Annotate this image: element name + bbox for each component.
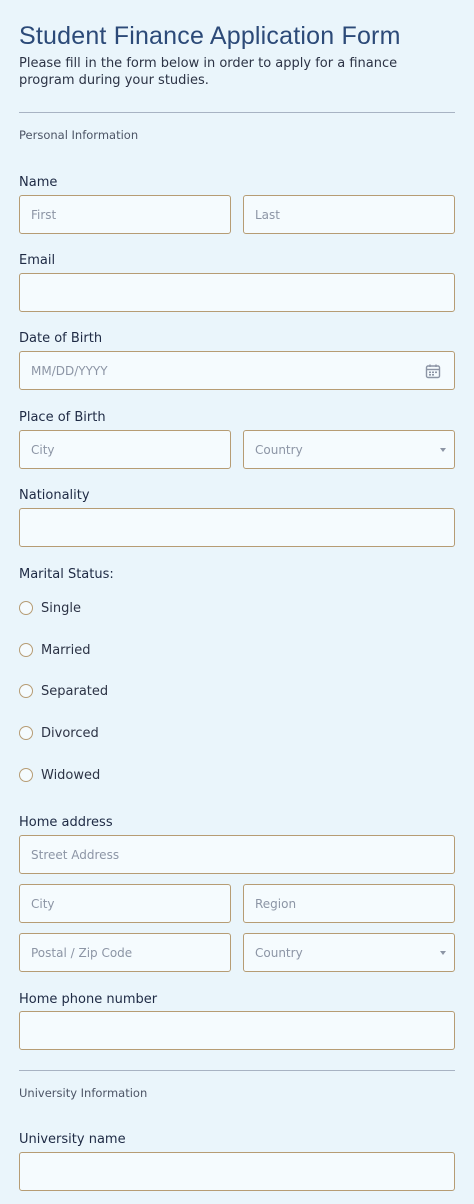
first-name-field[interactable]: First <box>19 195 231 234</box>
address-region-field[interactable]: Region <box>243 884 455 923</box>
radio-label: Married <box>41 642 91 658</box>
radio-circle[interactable] <box>19 601 33 615</box>
address-city-field[interactable]: City <box>19 884 231 923</box>
home-phone-label: Home phone number <box>19 992 158 1007</box>
calendar-icon[interactable] <box>425 363 441 382</box>
radio-widowed[interactable]: Widowed <box>19 766 100 784</box>
address-region-placeholder: Region <box>255 896 297 911</box>
divider <box>19 112 455 113</box>
nationality-label: Nationality <box>19 488 90 503</box>
address-city-placeholder: City <box>31 896 55 911</box>
radio-label: Divorced <box>41 725 99 741</box>
postal-code-placeholder: Postal / Zip Code <box>31 945 133 960</box>
name-label: Name <box>19 175 58 190</box>
chevron-down-icon <box>440 448 446 452</box>
form-subtitle: Please fill in the form below in order t… <box>19 56 398 88</box>
email-label: Email <box>19 253 56 268</box>
first-name-placeholder: First <box>31 207 57 222</box>
radio-circle[interactable] <box>19 684 33 698</box>
last-name-field[interactable]: Last <box>243 195 455 234</box>
radio-circle[interactable] <box>19 643 33 657</box>
home-address-label: Home address <box>19 815 113 830</box>
form-title: Student Finance Application Form <box>19 22 401 50</box>
birth-city-placeholder: City <box>31 442 55 457</box>
last-name-placeholder: Last <box>255 207 280 222</box>
radio-circle[interactable] <box>19 768 33 782</box>
birth-country-select[interactable]: Country <box>243 430 455 469</box>
birth-country-placeholder: Country <box>255 442 303 457</box>
home-phone-field[interactable] <box>19 1011 455 1050</box>
radio-married[interactable]: Married <box>19 641 91 659</box>
radio-label: Widowed <box>41 767 101 783</box>
university-name-label: University name <box>19 1132 126 1147</box>
street-address-field[interactable]: Street Address <box>19 835 455 874</box>
radio-divorced[interactable]: Divorced <box>19 724 99 742</box>
dob-placeholder: MM/DD/YYYY <box>31 363 108 378</box>
postal-code-field[interactable]: Postal / Zip Code <box>19 933 231 972</box>
marital-status-label: Marital Status: <box>19 567 114 582</box>
university-name-field[interactable] <box>19 1152 455 1191</box>
date-of-birth-field[interactable]: MM/DD/YYYY <box>19 351 455 390</box>
radio-circle[interactable] <box>19 726 33 740</box>
address-country-select[interactable]: Country <box>243 933 455 972</box>
street-address-placeholder: Street Address <box>31 847 120 862</box>
radio-label: Separated <box>41 683 109 699</box>
place-of-birth-label: Place of Birth <box>19 410 106 425</box>
radio-single[interactable]: Single <box>19 599 81 617</box>
radio-separated[interactable]: Separated <box>19 682 108 700</box>
birth-city-field[interactable]: City <box>19 430 231 469</box>
nationality-field[interactable] <box>19 508 455 547</box>
section-university-information: University Information <box>19 1086 148 1100</box>
radio-label: Single <box>41 600 81 616</box>
divider <box>19 1070 455 1071</box>
section-personal-information: Personal Information <box>19 128 139 142</box>
email-field[interactable] <box>19 273 455 312</box>
address-country-placeholder: Country <box>255 945 303 960</box>
dob-label: Date of Birth <box>19 331 103 346</box>
chevron-down-icon <box>440 951 446 955</box>
